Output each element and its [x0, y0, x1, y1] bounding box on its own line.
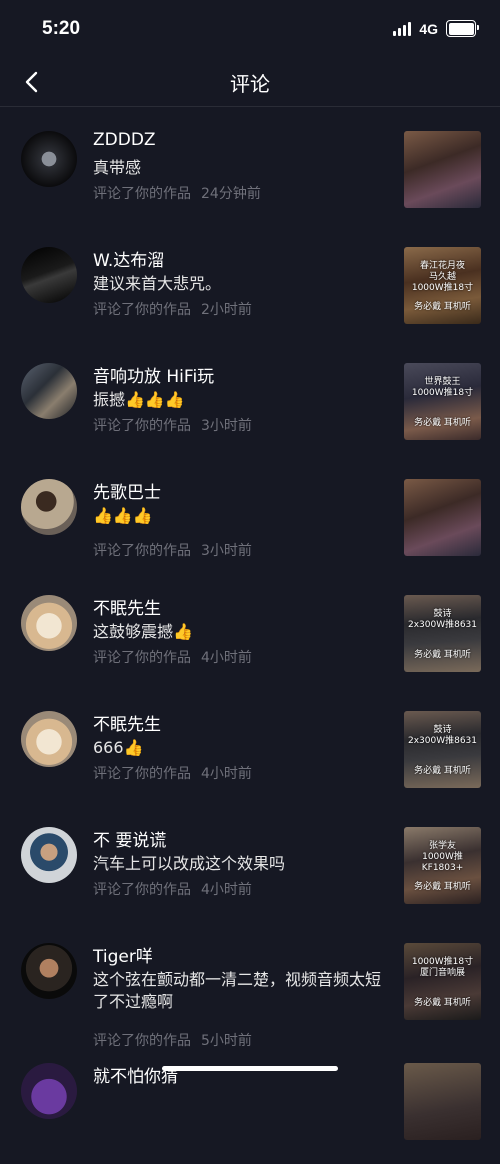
avatar[interactable] [21, 827, 77, 883]
avatar[interactable] [21, 943, 77, 999]
thumbnail-caption: 春江花月夜 马久越 1000W推18寸 [411, 261, 474, 293]
video-thumbnail[interactable] [404, 479, 481, 556]
nav-bar: 评论 [0, 60, 500, 107]
comment-action: 评论了你的作品 [93, 766, 191, 782]
comment-username[interactable]: Tiger咩 [93, 942, 153, 967]
comment-meta: 评论了你的作品 5小时前 [93, 1030, 252, 1050]
list-item[interactable]: 不眠先生 666👍 评论了你的作品 4小时前 鼓诗 2x300W推8631 务必戴… [0, 686, 500, 802]
comment-username[interactable]: 不眠先生 [93, 594, 161, 619]
comment-text: 这个弦在颤动都一清二楚，视频音频太短了不过瘾啊 [93, 970, 382, 1011]
avatar[interactable] [21, 1063, 77, 1119]
comment-meta: 评论了你的作品 2小时前 [93, 299, 252, 319]
avatar[interactable] [21, 131, 77, 187]
thumbnail-subcaption: 务必戴 耳机听 [414, 882, 471, 892]
comment-action: 评论了你的作品 [93, 543, 191, 559]
list-item[interactable]: 先歌巴士 👍👍👍 评论了你的作品 3小时前 [0, 454, 500, 570]
home-indicator[interactable] [162, 1066, 338, 1071]
list-item[interactable]: W.达布溜 建议来首大悲咒。 评论了你的作品 2小时前 春江花月夜 马久越 100… [0, 222, 500, 338]
comment-meta: 评论了你的作品 4小时前 [93, 763, 252, 783]
comment-action: 评论了你的作品 [93, 1033, 191, 1049]
thumbnail-caption: 张学友 1000W推KF1803+ [421, 841, 464, 873]
page-title: 评论 [230, 72, 270, 96]
comment-text: 666👍 [93, 738, 144, 757]
comment-meta: 评论了你的作品 4小时前 [93, 879, 252, 899]
battery-icon [446, 20, 479, 37]
comment-time: 2小时前 [201, 302, 252, 318]
comment-action: 评论了你的作品 [93, 882, 191, 898]
video-thumbnail[interactable] [404, 1063, 481, 1140]
list-item[interactable]: ZDDDZ 真带感 评论了你的作品 24分钟前 [0, 106, 500, 222]
video-thumbnail[interactable]: 世界鼓王 1000W推18寸 务必戴 耳机听 [404, 363, 481, 440]
comment-meta: 评论了你的作品 3小时前 [93, 540, 252, 560]
thumbnail-subcaption: 务必戴 耳机听 [414, 418, 471, 428]
thumbnail-subcaption: 务必戴 耳机听 [414, 302, 471, 312]
comment-meta: 评论了你的作品 4小时前 [93, 647, 252, 667]
comment-action: 评论了你的作品 [93, 650, 191, 666]
avatar[interactable] [21, 363, 77, 419]
comment-time: 4小时前 [201, 882, 252, 898]
status-indicators: 4G [393, 20, 479, 37]
video-thumbnail[interactable]: 1000W推18寸 厦门音响展 务必戴 耳机听 [404, 943, 481, 1020]
comment-text: 建议来首大悲咒。 [93, 274, 222, 293]
comment-text: 真带感 [93, 158, 142, 177]
video-thumbnail[interactable]: 春江花月夜 马久越 1000W推18寸 务必戴 耳机听 [404, 247, 481, 324]
comment-text: 这鼓够震撼👍 [93, 622, 193, 641]
comment-username[interactable]: W.达布溜 [93, 246, 164, 271]
signal-icon [393, 21, 412, 36]
thumbnail-caption: 鼓诗 2x300W推8631 [407, 609, 478, 630]
comment-time: 24分钟前 [201, 186, 261, 202]
avatar[interactable] [21, 247, 77, 303]
avatar[interactable] [21, 595, 77, 651]
comment-time: 4小时前 [201, 766, 252, 782]
status-bar: 5:20 4G [0, 0, 500, 60]
comment-meta: 评论了你的作品 3小时前 [93, 415, 252, 435]
thumbnail-subcaption: 务必戴 耳机听 [414, 766, 471, 776]
comment-list: ZDDDZ 真带感 评论了你的作品 24分钟前 W.达布溜 建议来首大悲咒。 评论… [0, 106, 500, 1164]
list-item[interactable]: 不眠先生 这鼓够震撼👍 评论了你的作品 4小时前 鼓诗 2x300W推8631 务… [0, 570, 500, 686]
comment-username[interactable]: 音响功放 HiFi玩 [93, 362, 214, 387]
thumbnail-subcaption: 务必戴 耳机听 [414, 998, 471, 1008]
video-thumbnail[interactable]: 张学友 1000W推KF1803+ 务必戴 耳机听 [404, 827, 481, 904]
comment-time: 4小时前 [201, 650, 252, 666]
network-label: 4G [419, 20, 438, 37]
comment-action: 评论了你的作品 [93, 302, 191, 318]
comment-username[interactable]: 先歌巴士 [93, 478, 161, 503]
comment-time: 3小时前 [201, 418, 252, 434]
video-thumbnail[interactable]: 鼓诗 2x300W推8631 务必戴 耳机听 [404, 595, 481, 672]
video-thumbnail[interactable]: 鼓诗 2x300W推8631 务必戴 耳机听 [404, 711, 481, 788]
list-item[interactable]: Tiger咩 这个弦在颤动都一清二楚，视频音频太短了不过瘾啊 评论了你的作品 5小… [0, 918, 500, 1050]
comment-username[interactable]: 不 要说谎 [93, 826, 166, 851]
video-thumbnail[interactable] [404, 131, 481, 208]
comment-text: 👍👍👍 [93, 506, 153, 525]
comment-time: 5小时前 [201, 1033, 252, 1049]
thumbnail-subcaption: 务必戴 耳机听 [414, 650, 471, 660]
thumbnail-caption: 1000W推18寸 厦门音响展 [411, 957, 474, 978]
comment-action: 评论了你的作品 [93, 186, 191, 202]
avatar[interactable] [21, 711, 77, 767]
comment-username[interactable]: ZDDDZ [93, 130, 156, 150]
list-item[interactable]: 不 要说谎 汽车上可以改成这个效果吗 评论了你的作品 4小时前 张学友 1000W… [0, 802, 500, 918]
status-time: 5:20 [42, 18, 81, 39]
thumbnail-caption: 世界鼓王 1000W推18寸 [411, 377, 474, 398]
avatar[interactable] [21, 479, 77, 535]
comment-username[interactable]: 不眠先生 [93, 710, 161, 735]
comment-time: 3小时前 [201, 543, 252, 559]
comment-action: 评论了你的作品 [93, 418, 191, 434]
comment-text: 汽车上可以改成这个效果吗 [93, 854, 286, 873]
thumbnail-caption: 鼓诗 2x300W推8631 [407, 725, 478, 746]
comment-meta: 评论了你的作品 24分钟前 [93, 183, 261, 203]
comment-text: 振撼👍👍👍 [93, 390, 185, 409]
list-item[interactable]: 音响功放 HiFi玩 振撼👍👍👍 评论了你的作品 3小时前 世界鼓王 1000W推… [0, 338, 500, 454]
